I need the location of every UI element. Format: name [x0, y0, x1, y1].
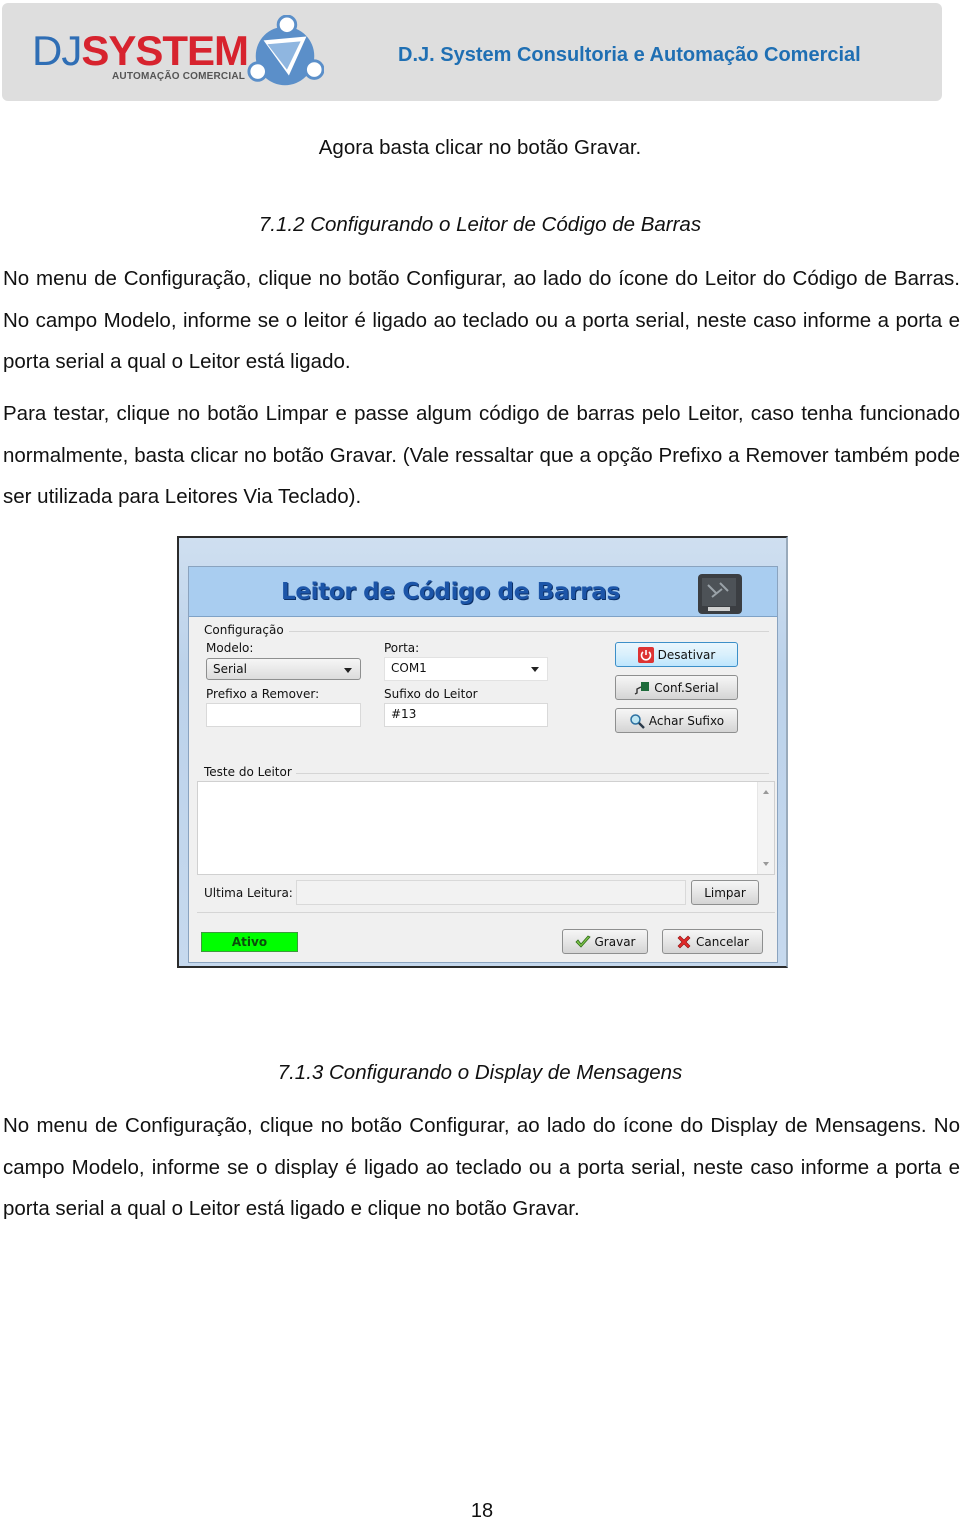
- dialog-title: Leitor de Código de Barras: [281, 579, 620, 605]
- section-712-paragraph-2: Para testar, clique no botão Limpar e pa…: [3, 402, 960, 508]
- djsystem-logo: DJSYSTEM AUTOMAÇÃO COMERCIAL: [32, 15, 332, 89]
- test-output-textarea[interactable]: [197, 781, 775, 875]
- chevron-down-icon: [344, 668, 352, 673]
- modelo-value: Serial: [213, 662, 247, 676]
- scroll-up-icon: [763, 790, 769, 794]
- close-icon: [677, 935, 691, 948]
- desativar-label: Desativar: [657, 647, 716, 662]
- logo-subtitle: AUTOMAÇÃO COMERCIAL: [112, 71, 246, 82]
- porta-label: Porta:: [384, 641, 420, 655]
- config-group-label: Configuração: [204, 623, 284, 637]
- company-name: D.J. System Consultoria e Automação Come…: [398, 44, 861, 66]
- cancelar-label: Cancelar: [696, 934, 749, 949]
- gravar-button[interactable]: Gravar: [562, 929, 648, 954]
- header-banner: DJSYSTEM AUTOMAÇÃO COMERCIAL D.J. System…: [2, 3, 942, 101]
- logo-main: SYSTEM: [81, 27, 249, 74]
- status-badge: Ativo: [201, 932, 298, 952]
- power-icon: [637, 646, 654, 663]
- achar-sufixo-label: Achar Sufixo: [648, 713, 725, 728]
- section-heading-712: 7.1.2 Configurando o Leitor de Código de…: [258, 213, 702, 236]
- limpar-label: Limpar: [704, 885, 746, 900]
- people-circle-logo-icon: [247, 15, 324, 86]
- sufixo-label: Sufixo do Leitor: [384, 687, 478, 701]
- vertical-scrollbar[interactable]: [757, 782, 774, 874]
- chevron-down-icon: [531, 667, 539, 672]
- config-group-border: [289, 631, 769, 632]
- section-712-paragraph-1: No menu de Configuração, clique no botão…: [3, 267, 960, 373]
- scroll-down-icon: [763, 862, 769, 866]
- ultima-leitura-label: Ultima Leitura:: [204, 886, 293, 900]
- test-group-border: [296, 773, 769, 774]
- logo-prefix: DJ: [32, 27, 82, 74]
- conf-serial-button[interactable]: Conf.Serial: [615, 675, 738, 700]
- limpar-button[interactable]: Limpar: [691, 880, 759, 905]
- serial-port-icon: [634, 681, 650, 695]
- barcode-reader-dialog: Leitor de Código de Barras Configuração …: [177, 536, 788, 968]
- modelo-select[interactable]: Serial: [206, 658, 361, 680]
- dialog-body: Leitor de Código de Barras Configuração …: [188, 566, 778, 963]
- barcode-scanner-icon: [698, 574, 742, 614]
- cancelar-button[interactable]: Cancelar: [662, 929, 763, 954]
- section-heading-713: 7.1.3 Configurando o Display de Mensagen…: [277, 1061, 683, 1084]
- modelo-label: Modelo:: [206, 641, 254, 655]
- separator: [197, 912, 775, 913]
- porta-value: COM1: [391, 661, 427, 675]
- checkmark-icon: [574, 935, 591, 948]
- porta-select[interactable]: COM1: [384, 657, 548, 681]
- intro-line: Agora basta clicar no botão Gravar.: [318, 136, 642, 159]
- section-713-paragraph-1: No menu de Configuração, clique no botão…: [3, 1114, 960, 1220]
- gravar-label: Gravar: [594, 934, 636, 949]
- prefixo-input[interactable]: [206, 703, 361, 727]
- ultima-leitura-input[interactable]: [296, 880, 686, 905]
- page-number: 18: [470, 1500, 494, 1522]
- dialog-header: Leitor de Código de Barras: [189, 567, 777, 617]
- test-group-label: Teste do Leitor: [204, 765, 292, 779]
- conf-serial-label: Conf.Serial: [654, 680, 719, 695]
- prefixo-label: Prefixo a Remover:: [206, 687, 320, 701]
- achar-sufixo-button[interactable]: Achar Sufixo: [615, 708, 738, 733]
- desativar-button[interactable]: Desativar: [615, 642, 738, 667]
- sufixo-input[interactable]: #13: [384, 703, 548, 727]
- magnifier-icon: [630, 713, 645, 729]
